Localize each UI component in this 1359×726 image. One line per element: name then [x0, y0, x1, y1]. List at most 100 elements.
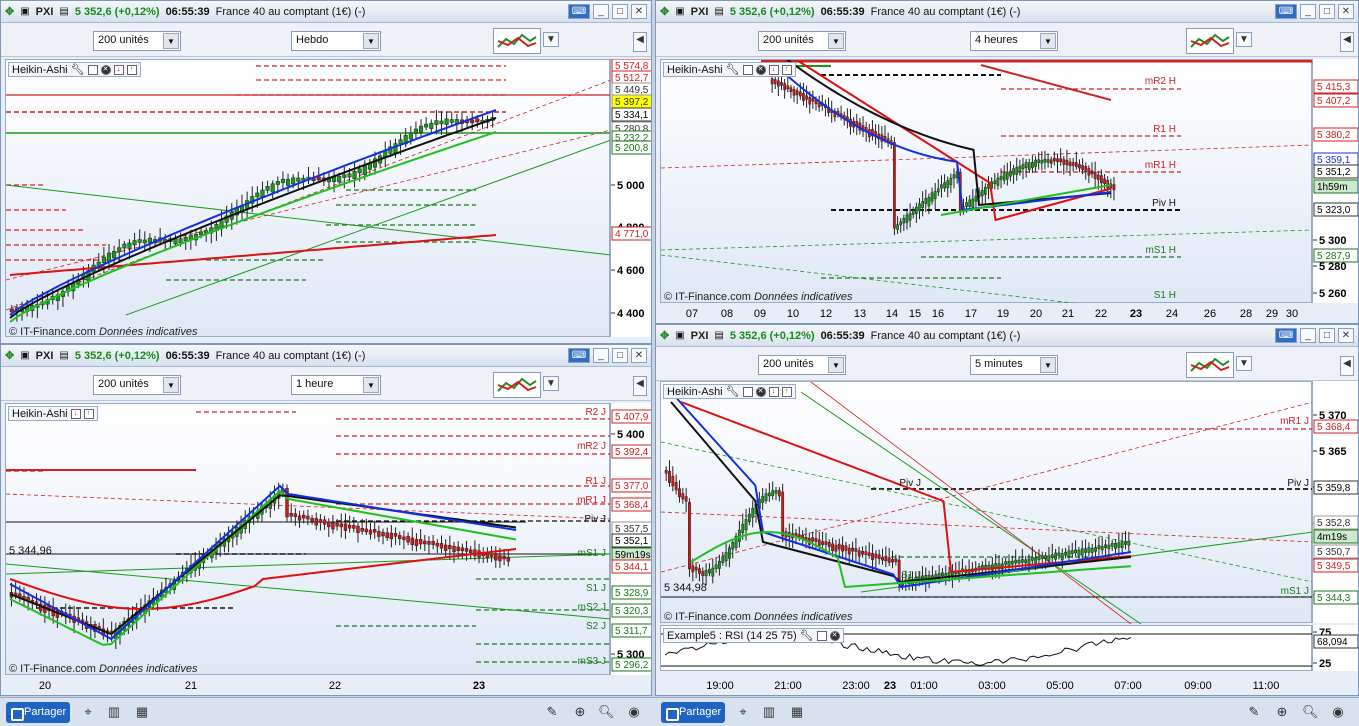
compass-icon[interactable]: ◉: [626, 704, 642, 720]
window-icon[interactable]: [742, 386, 753, 397]
pane-titlebar[interactable]: ✥ ▣ PXI ▤ 5 352,6 (+0,12%) 06:55:39 Fran…: [656, 325, 1358, 347]
search-icon[interactable]: 🔍︎: [598, 704, 615, 720]
arrow-up-icon[interactable]: ↑: [781, 64, 792, 75]
chart-type-button[interactable]: [1186, 28, 1234, 54]
chart-type-dropdown[interactable]: ▼: [1236, 32, 1252, 47]
layers-icon[interactable]: ▦: [134, 704, 150, 720]
wrench-icon[interactable]: 🔧︎: [726, 63, 740, 76]
time-axis[interactable]: 07 08 09 10 12 13 14 15 16 17 19 20 21 22 23 24 26 28 29 30: [660, 303, 1312, 323]
minimize-button[interactable]: _: [593, 4, 609, 19]
zoom-fit-icon[interactable]: ⊕: [1274, 704, 1290, 720]
maximize-button[interactable]: □: [612, 348, 628, 363]
panel-toggle-icon[interactable]: ◀: [1340, 356, 1354, 376]
barcode-icon[interactable]: ▥: [761, 704, 777, 720]
pane-titlebar[interactable]: ✥ ▣ PXI ▤ 5 352,6 (+0,12%) 06:55:39 Fran…: [656, 1, 1358, 23]
rsi-header[interactable]: Example5 : RSI (14 25 75) 🔧︎ ✕: [663, 628, 844, 643]
panel-toggle-icon[interactable]: ◀: [633, 376, 647, 396]
maximize-button[interactable]: □: [1319, 328, 1335, 343]
price-axis[interactable]: 5 3705 3655 3605 3555 3505 3455 368,45 3…: [1312, 381, 1358, 623]
pane-move-icon[interactable]: ✥: [5, 5, 14, 18]
lock-icon[interactable]: ▣: [675, 330, 684, 341]
arrow-down-icon[interactable]: ↓: [70, 408, 81, 419]
close-button[interactable]: ✕: [631, 348, 647, 363]
time-axis[interactable]: 20 21 22 23: [5, 675, 610, 695]
time-axis[interactable]: 19:00 21:00 23:00 23 01:00 03:00 05:00 07:00 09:…: [660, 675, 1312, 695]
share-button[interactable]: Partager: [6, 702, 70, 723]
wrench-icon[interactable]: 🔧︎: [800, 629, 814, 642]
price-chart[interactable]: mR2 H R1 H mR1 H Piv H mS1 H S1 H Heikin-Ashi…: [660, 59, 1313, 304]
wrench-icon[interactable]: 🔧︎: [726, 385, 740, 398]
price-axis[interactable]: 5 300 5 280 5 260 5 415,3 5 407,2 5 380,2 5 35…: [1312, 59, 1358, 303]
panel-toggle-icon[interactable]: ◀: [633, 32, 647, 52]
window-icon[interactable]: [87, 64, 98, 75]
chart-type-button[interactable]: [493, 372, 541, 398]
price-chart[interactable]: R2 J mR2 J R1 J mR1 J Piv J mS1 J S1 J mS2 J S2 …: [5, 403, 611, 675]
lock-icon[interactable]: ▣: [675, 6, 684, 17]
compass-icon[interactable]: ◉: [1330, 704, 1346, 720]
maximize-button[interactable]: □: [612, 4, 628, 19]
maximize-button[interactable]: □: [1319, 4, 1335, 19]
chart-type-dropdown[interactable]: ▼: [1236, 356, 1252, 371]
arrow-down-icon[interactable]: ↓: [113, 64, 124, 75]
minimize-button[interactable]: _: [593, 348, 609, 363]
price-chart[interactable]: mR1 J Piv J Piv J mS1 J S1 J Heikin-Ashi 🔧︎ ✕ ↓…: [660, 381, 1313, 624]
arrow-down-icon[interactable]: ↓: [768, 64, 779, 75]
chart-type-dropdown[interactable]: ▼: [543, 376, 559, 391]
keyboard-icon[interactable]: ⌨: [568, 348, 590, 363]
close-button[interactable]: ✕: [631, 4, 647, 19]
period-select[interactable]: 4 heures ▼: [970, 31, 1058, 51]
close-circle-icon[interactable]: ✕: [755, 64, 766, 75]
info-icon[interactable]: ▤: [59, 6, 68, 17]
keyboard-icon[interactable]: ⌨: [568, 4, 590, 19]
arrow-up-icon[interactable]: ↑: [126, 64, 137, 75]
price-axis[interactable]: 5 400 5 300 5 407,9 5 392,4 5 377,0 5 368,4 5 …: [610, 403, 651, 675]
cursor-icon[interactable]: ⌖: [80, 704, 96, 720]
chart-type-button[interactable]: [1186, 352, 1234, 378]
units-select[interactable]: 200 unités ▼: [93, 375, 181, 395]
pane-move-icon[interactable]: ✥: [660, 329, 669, 342]
arrow-down-icon[interactable]: ↓: [768, 386, 779, 397]
arrow-up-icon[interactable]: ↑: [83, 408, 94, 419]
close-button[interactable]: ✕: [1338, 328, 1354, 343]
rsi-panel[interactable]: Example5 : RSI (14 25 75) 🔧︎ ✕: [660, 625, 1313, 671]
minimize-button[interactable]: _: [1300, 328, 1316, 343]
draw-tool-icon[interactable]: ✎: [544, 704, 560, 720]
close-circle-icon[interactable]: ✕: [829, 630, 840, 641]
window-icon[interactable]: [742, 64, 753, 75]
draw-tool-icon[interactable]: ✎: [1246, 704, 1262, 720]
barcode-icon[interactable]: ▥: [106, 704, 122, 720]
panel-toggle-icon[interactable]: ◀: [1340, 32, 1354, 52]
pane-move-icon[interactable]: ✥: [5, 349, 14, 362]
period-select[interactable]: 1 heure ▼: [291, 375, 381, 395]
wrench-icon[interactable]: 🔧︎: [71, 63, 85, 76]
keyboard-icon[interactable]: ⌨: [1275, 4, 1297, 19]
chart-type-button[interactable]: [493, 28, 541, 54]
zoom-fit-icon[interactable]: ⊕: [572, 704, 588, 720]
info-icon[interactable]: ▤: [714, 6, 723, 17]
share-button[interactable]: Partager: [661, 702, 725, 723]
search-icon[interactable]: 🔍︎: [1302, 704, 1319, 720]
pane-titlebar[interactable]: ✥ ▣ PXI ▤ 5 352,6 (+0,12%) 06:55:39 Fran…: [1, 1, 651, 23]
lock-icon[interactable]: ▣: [20, 6, 29, 17]
cursor-icon[interactable]: ⌖: [735, 704, 751, 720]
pane-move-icon[interactable]: ✥: [660, 5, 669, 18]
keyboard-icon[interactable]: ⌨: [1275, 328, 1297, 343]
indicator-header[interactable]: Heikin-Ashi 🔧︎ ✕ ↓ ↑: [663, 384, 796, 399]
period-select[interactable]: Hebdo ▼: [291, 31, 381, 51]
indicator-header[interactable]: Heikin-Ashi 🔧︎ ✕ ↓ ↑: [663, 62, 796, 77]
pane-titlebar[interactable]: ✥ ▣ PXI ▤ 5 352,6 (+0,12%) 06:55:39 Fran…: [1, 345, 651, 367]
chart-type-dropdown[interactable]: ▼: [543, 32, 559, 47]
close-circle-icon[interactable]: ✕: [100, 64, 111, 75]
units-select[interactable]: 200 unités ▼: [758, 355, 846, 375]
minimize-button[interactable]: _: [1300, 4, 1316, 19]
price-chart[interactable]: Heikin-Ashi 🔧︎ ✕ ↓ ↑ © IT-Finance.com Donnée…: [5, 59, 611, 338]
price-axis[interactable]: 5 0004 8004 6004 4005 574,85 512,75 449,…: [610, 59, 651, 337]
info-icon[interactable]: ▤: [714, 330, 723, 341]
layers-icon[interactable]: ▦: [789, 704, 805, 720]
close-button[interactable]: ✕: [1338, 4, 1354, 19]
units-select[interactable]: 200 unités ▼: [758, 31, 846, 51]
units-select[interactable]: 200 unités ▼: [93, 31, 181, 51]
indicator-header[interactable]: Heikin-Ashi 🔧︎ ✕ ↓ ↑: [8, 62, 141, 77]
close-circle-icon[interactable]: ✕: [755, 386, 766, 397]
indicator-header[interactable]: Heikin-Ashi ↓ ↑: [8, 406, 98, 421]
